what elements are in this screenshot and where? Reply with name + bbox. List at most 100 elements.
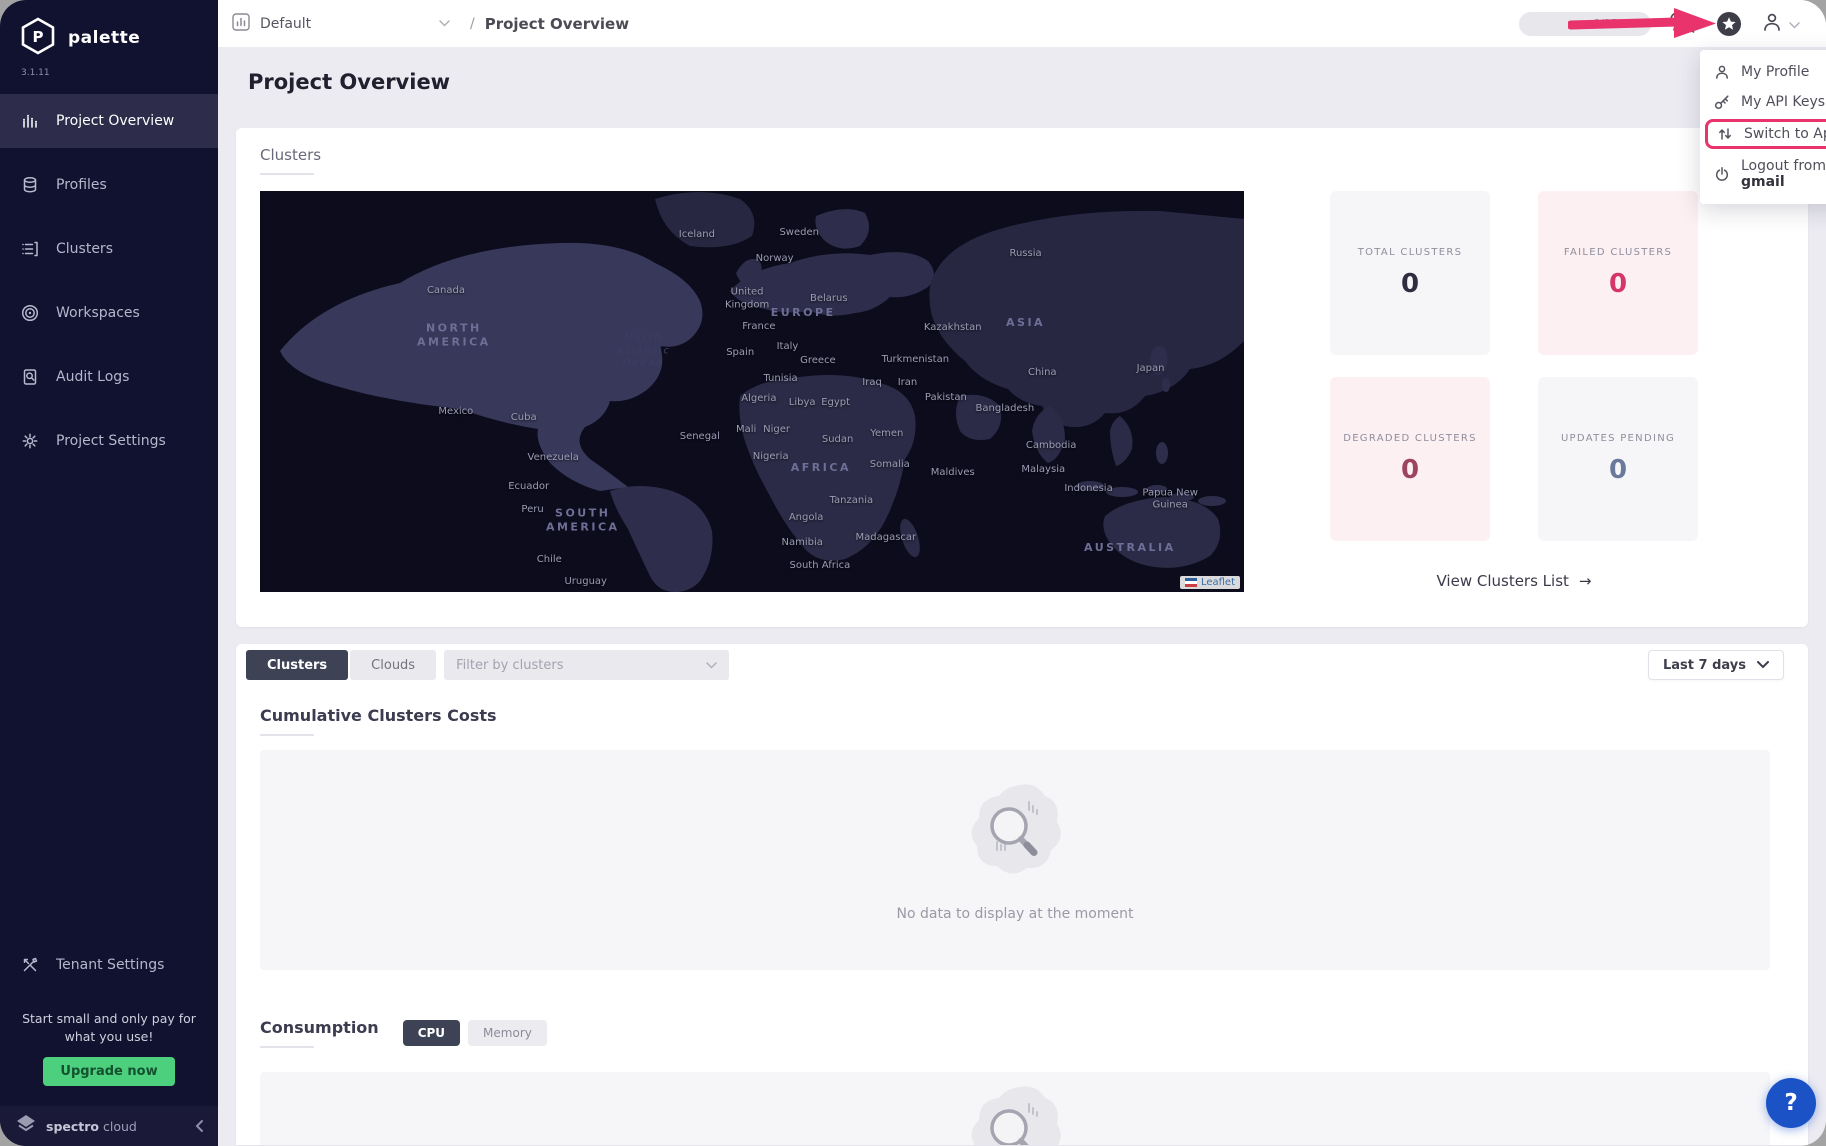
map-attribution[interactable]: Leaflet — [1180, 576, 1240, 589]
view-clusters-list-link[interactable]: View Clusters List → — [1437, 572, 1592, 590]
menu-item-switch-to-app-mode[interactable]: Switch to App Mode — [1705, 119, 1826, 149]
tools-icon — [20, 955, 40, 975]
scope-tabs: Clusters Clouds — [246, 650, 436, 680]
map-label: Venezuela — [528, 452, 579, 465]
date-range-select[interactable]: Last 7 days — [1648, 650, 1784, 680]
sidebar-item-project-overview[interactable]: Project Overview — [0, 94, 218, 148]
map-attribution-text: Leaflet — [1201, 577, 1235, 588]
no-data-illustration-icon — [963, 1082, 1067, 1145]
app-version: 3.1.11 — [21, 68, 200, 78]
costs-empty-state: No data to display at the moment — [260, 750, 1770, 970]
breadcrumb: Project Overview — [485, 15, 629, 33]
sidebar: P palette 3.1.11 Project Overview Profil… — [0, 0, 218, 1146]
costs-controls: Clusters Clouds Filter by clusters Last … — [246, 650, 1784, 680]
map-label: Italy — [777, 341, 799, 354]
toggle-cpu[interactable]: CPU — [403, 1020, 460, 1046]
chevron-down-icon — [706, 662, 717, 669]
logo[interactable]: P palette — [18, 16, 200, 60]
map-label: South Africa — [790, 560, 851, 573]
leaflet-flag-icon — [1185, 578, 1197, 587]
help-button[interactable]: ? — [1766, 1078, 1816, 1128]
consumption-header: Consumption CPU Memory — [260, 1018, 1784, 1048]
map-label: Canada — [427, 285, 465, 298]
sidebar-footer: spectro cloud — [0, 1106, 218, 1146]
sidebar-item-tenant-settings[interactable]: Tenant Settings — [0, 938, 218, 992]
map-label: Cambodia — [1026, 439, 1077, 452]
sidebar-item-clusters[interactable]: Clusters — [0, 222, 218, 276]
svg-text:P: P — [33, 28, 44, 46]
spectro-cloud-logo-icon — [14, 1113, 38, 1139]
divider — [260, 173, 314, 175]
stat-value: 0 — [1401, 269, 1419, 299]
whats-new-star-icon[interactable] — [1716, 11, 1742, 37]
sidebar-item-label: Workspaces — [56, 305, 140, 321]
map-label: Peru — [521, 504, 543, 517]
sidebar-item-audit-logs[interactable]: Audit Logs — [0, 350, 218, 404]
map-label: Turkmenistan — [882, 354, 949, 367]
sidebar-nav: Project Overview Profiles Clusters Works… — [0, 94, 218, 478]
chevron-down-icon — [1757, 661, 1769, 669]
consumption-empty-state — [260, 1072, 1770, 1145]
key-icon — [1714, 94, 1730, 110]
stat-label: FAILED CLUSTERS — [1564, 247, 1672, 258]
map-label: Iceland — [679, 229, 715, 242]
map-label: Ecuador — [508, 480, 549, 493]
menu-item-my-profile[interactable]: My Profile — [1700, 57, 1826, 87]
menu-item-logout[interactable]: Logout from cardenas88karl-gmail — [1700, 151, 1826, 197]
tab-clusters[interactable]: Clusters — [246, 650, 348, 680]
map-label: Pakistan — [925, 391, 967, 404]
map-label: Greece — [800, 355, 836, 368]
collapse-sidebar-icon[interactable] — [194, 1119, 204, 1133]
clusters-card: Clusters — [236, 128, 1808, 627]
sidebar-bottom: Tenant Settings Start small and only pay… — [0, 938, 218, 1146]
map-label: NORTH AMERICA — [417, 322, 491, 350]
person-icon — [1714, 64, 1730, 80]
map-label: Libya — [789, 397, 816, 410]
menu-item-label: My Profile — [1741, 64, 1809, 80]
stat-total-clusters: TOTAL CLUSTERS 0 — [1330, 191, 1490, 355]
person-icon — [1761, 11, 1783, 37]
costs-card: Clusters Clouds Filter by clusters Last … — [236, 644, 1808, 1145]
map-label: Uruguay — [564, 575, 607, 588]
palette-logo-icon: P — [18, 16, 58, 60]
map-label: Mexico — [438, 405, 473, 418]
menu-item-my-api-keys[interactable]: My API Keys — [1700, 87, 1826, 117]
sidebar-item-profiles[interactable]: Profiles — [0, 158, 218, 212]
sidebar-item-project-settings[interactable]: Project Settings — [0, 414, 218, 468]
tab-clouds[interactable]: Clouds — [350, 650, 436, 680]
user-menu-button[interactable] — [1761, 11, 1800, 37]
chat-icon[interactable] — [1670, 12, 1697, 35]
map-label: United Kingdom — [725, 287, 769, 312]
sidebar-header: P palette 3.1.11 — [0, 0, 218, 78]
usage-badge[interactable]: 0/25kCh — [1519, 12, 1651, 36]
power-icon — [1714, 166, 1730, 182]
map-label: Tanzania — [830, 494, 874, 507]
upgrade-now-button[interactable]: Upgrade now — [43, 1057, 174, 1086]
stat-degraded-clusters: DEGRADED CLUSTERS 0 — [1330, 377, 1490, 541]
project-selector[interactable]: Default — [232, 13, 450, 35]
sidebar-item-workspaces[interactable]: Workspaces — [0, 286, 218, 340]
main-area: Default / Project Overview 0/25kCh — [218, 0, 1826, 1146]
divider — [260, 1046, 314, 1048]
map-label: Maldives — [931, 466, 975, 479]
map-label: AFRICA — [791, 461, 851, 475]
stat-label: TOTAL CLUSTERS — [1358, 247, 1463, 258]
clusters-world-map[interactable]: NORTH AMERICAEUROPEASIAAFRICASOUTH AMERI… — [260, 191, 1244, 592]
upgrade-promo-text: Start small and only pay for what you us… — [14, 1010, 204, 1045]
map-label: Sudan — [822, 433, 854, 446]
audit-logs-icon — [20, 367, 40, 387]
stat-label: UPDATES PENDING — [1561, 433, 1675, 444]
map-label: Russia — [1009, 248, 1041, 261]
filter-placeholder: Filter by clusters — [456, 658, 563, 673]
clusters-list-icon — [20, 239, 40, 259]
consumption-toggles: CPU Memory — [403, 1020, 547, 1046]
arrow-right-icon: → — [1579, 572, 1592, 590]
toggle-memory[interactable]: Memory — [468, 1020, 547, 1046]
filter-by-clusters-select[interactable]: Filter by clusters — [444, 650, 729, 680]
user-dropdown-menu: My Profile My API Keys Switch to App Mod… — [1700, 50, 1826, 204]
map-label: Iraq — [862, 377, 882, 390]
stat-value: 0 — [1609, 269, 1627, 299]
menu-item-label: Switch to App Mode — [1744, 126, 1826, 142]
stat-updates-pending: UPDATES PENDING 0 — [1538, 377, 1698, 541]
topbar: Default / Project Overview 0/25kCh — [218, 0, 1826, 47]
